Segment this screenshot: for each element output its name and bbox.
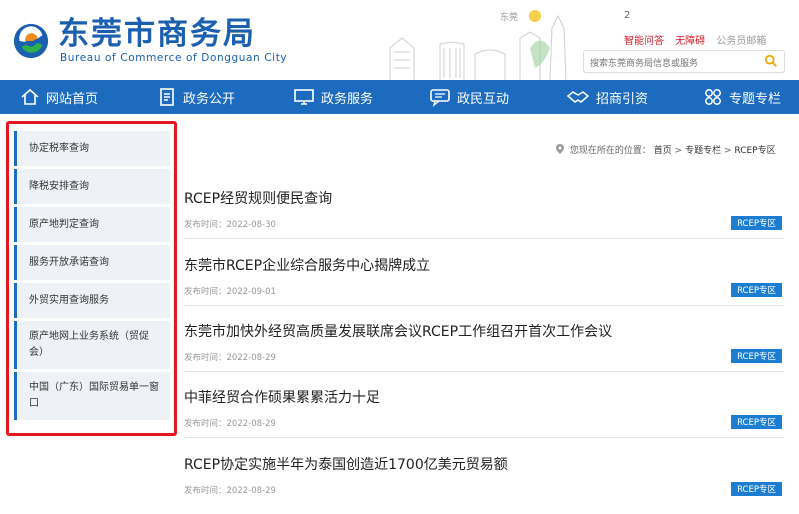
nav-label: 政民互动 [457,91,510,107]
nav-label: 政务公开 [183,91,236,107]
monitor-icon [294,89,314,105]
article-date: 发布时间：2022-08-29 [184,486,276,496]
breadcrumb-prefix: 您现在所在的位置： [569,146,651,156]
nav-label: 政务服务 [321,91,374,107]
list-item: RCEP经贸规则便民查询 发布时间：2022-08-30 RCEP专区 [184,188,784,239]
site-header: 东莞市商务局 Bureau of Commerce of Dongguan Ci… [0,0,799,80]
nav-gov-info[interactable]: 政务公开 [157,80,235,114]
nav-label: 招商引资 [596,91,649,107]
site-subtitle: Bureau of Commerce of Dongguan City [60,52,288,64]
list-item: 东莞市加快外经贸高质量发展联席会议RCEP工作组召开首次工作会议 发布时间：20… [184,321,784,372]
accessibility-link[interactable]: 无障碍 [675,36,705,47]
nav-label: 专题专栏 [729,91,782,107]
handshake-icon [566,91,590,103]
nav-label: 网站首页 [46,91,99,107]
search-input[interactable] [584,53,755,75]
divider [184,238,784,239]
search-icon[interactable] [764,54,778,68]
article-title[interactable]: 中菲经贸合作硕果累累活力十足 [184,387,784,407]
breadcrumb-separator: > [674,146,683,156]
article-title[interactable]: RCEP经贸规则便民查询 [184,188,784,208]
city-label: 东莞 [500,13,519,23]
article-tag[interactable]: RCEP专区 [731,216,782,230]
document-icon [160,88,174,106]
nav-gov-services[interactable]: 政务服务 [293,80,373,114]
article-title[interactable]: 东莞市RCEP企业综合服务中心揭牌成立 [184,255,784,275]
nav-home[interactable]: 网站首页 [20,80,98,114]
list-item: RCEP协定实施半年为泰国创造近1700亿美元贸易额 发布时间：2022-08-… [184,454,784,496]
breadcrumb: 您现在所在的位置： 首页 > 专题专栏 > RCEP专区 [556,143,776,156]
nav-special-topics[interactable]: 专题专栏 [703,80,781,114]
breadcrumb-current[interactable]: RCEP专区 [734,146,775,156]
grid-icon [705,89,721,105]
article-tag[interactable]: RCEP专区 [731,349,782,363]
city-skyline-illustration [389,10,567,80]
article-date: 发布时间：2022-09-01 [184,287,276,297]
article-tag[interactable]: RCEP专区 [731,415,782,429]
location-pin-icon [556,144,564,154]
article-date: 发布时间：2022-08-29 [184,353,276,363]
article-tag[interactable]: RCEP专区 [731,283,782,297]
weather-readout: 2 [624,10,631,21]
breadcrumb-separator: > [723,146,732,156]
divider [184,305,784,306]
divider [184,437,784,438]
bureau-logo-icon[interactable] [12,22,50,60]
breadcrumb-home[interactable]: 首页 [654,146,672,156]
site-title[interactable]: 东莞市商务局 [58,16,256,52]
article-date: 发布时间：2022-08-30 [184,220,276,230]
staff-email-link[interactable]: 公务员邮箱 [716,36,766,47]
main-nav: 网站首页 政务公开 政务服务 政民互动 招商引资 专题专栏 [0,80,799,114]
nav-interaction[interactable]: 政民互动 [429,80,509,114]
site-search [583,50,785,75]
divider [184,371,784,372]
sidebar-highlight-box [6,121,177,436]
home-icon [21,88,39,105]
chat-icon [430,89,450,107]
smart-qa-link[interactable]: 智能问答 [624,36,664,47]
article-tag[interactable]: RCEP专区 [731,482,782,496]
article-title[interactable]: 东莞市加快外经贸高质量发展联席会议RCEP工作组召开首次工作会议 [184,321,784,341]
nav-investment[interactable]: 招商引资 [566,80,648,114]
list-item: 中菲经贸合作硕果累累活力十足 发布时间：2022-08-29 RCEP专区 [184,387,784,438]
breadcrumb-section[interactable]: 专题专栏 [685,146,721,156]
article-date: 发布时间：2022-08-29 [184,419,276,429]
top-links: 智能问答 无障碍 公务员邮箱 [624,32,766,47]
list-item: 东莞市RCEP企业综合服务中心揭牌成立 发布时间：2022-09-01 RCEP… [184,255,784,306]
article-title[interactable]: RCEP协定实施半年为泰国创造近1700亿美元贸易额 [184,454,784,474]
